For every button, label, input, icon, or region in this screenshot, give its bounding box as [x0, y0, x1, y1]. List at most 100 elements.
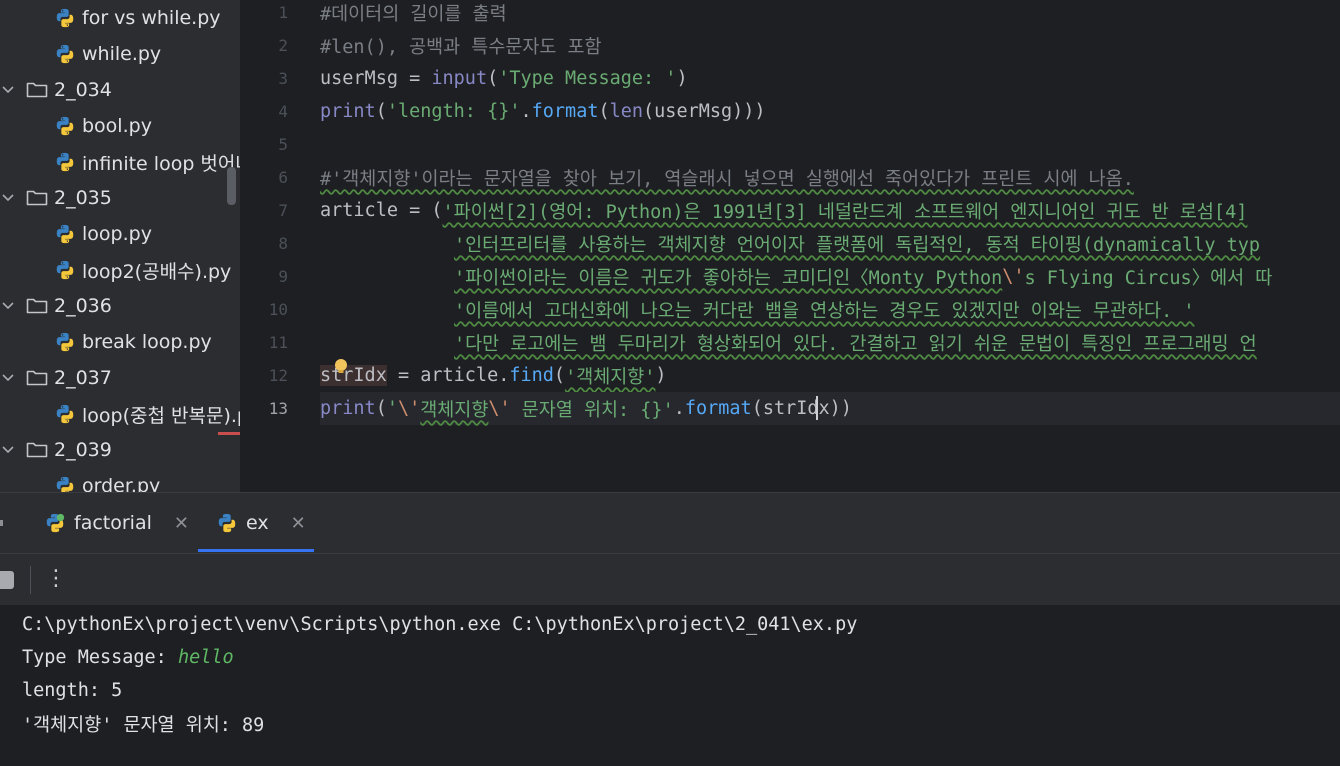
- python-file-icon: [56, 332, 74, 352]
- tree-folder[interactable]: 2_037: [0, 360, 240, 396]
- code-line-12[interactable]: strIdx = article. find('객체지향'): [320, 359, 1340, 392]
- chevron-down-icon[interactable]: [1, 443, 15, 457]
- code-token: = article.: [386, 365, 510, 386]
- code-line-9[interactable]: '파이썬이라는 이름은 귀도가 좋아하는 코미디인〈Monty Python \'…: [320, 260, 1340, 293]
- tab-label: factorial: [74, 512, 152, 534]
- tree-item-label: loop2(공배수).py: [82, 260, 232, 283]
- python-file-icon: [56, 116, 74, 136]
- builtin-token: print: [320, 101, 376, 122]
- code-line-1[interactable]: #데이터의 길이를 출력: [320, 0, 1340, 29]
- code-line-11[interactable]: '다만 로고에는 뱀 두마리가 형상화되어 있다. 간결하고 읽기 쉬운 문법이…: [320, 326, 1340, 359]
- line-number: 3: [278, 69, 288, 88]
- tree-item-label: for vs while.py: [82, 7, 221, 29]
- tree-folder-label: 2_036: [54, 295, 112, 317]
- chevron-down-icon[interactable]: [1, 83, 15, 97]
- line-number: 10: [268, 300, 288, 319]
- lightbulb-icon[interactable]: [333, 358, 349, 376]
- string-token: 'Type Message: ': [498, 68, 677, 89]
- tree-folder[interactable]: 2_035: [0, 180, 240, 216]
- line-number: 8: [278, 234, 288, 253]
- console-line: Type Message: hello: [22, 641, 234, 674]
- toolbar-separator: [30, 566, 31, 594]
- error-stripe: [218, 432, 240, 435]
- code-area[interactable]: #데이터의 길이를 출력 #len(), 공백과 특수문자도 포함 userMs…: [320, 0, 1340, 492]
- code-token: ): [676, 68, 688, 89]
- python-file-icon: [56, 476, 74, 492]
- code-line-6[interactable]: #'객체지향'이라는 문자열을 찾아 보기, 역슬래시 넣으면 실행에선 죽어있…: [320, 161, 1340, 194]
- code-token: .: [520, 101, 532, 122]
- tree-item-file[interactable]: for vs while.py: [0, 0, 240, 36]
- tree-folder[interactable]: 2_036: [0, 288, 240, 324]
- code-token: userMsg =: [320, 68, 432, 89]
- line-number: 11: [268, 333, 288, 352]
- console-output[interactable]: C:\pythonEx\project\venv\Scripts\python.…: [0, 605, 1340, 766]
- stop-icon[interactable]: [0, 571, 14, 589]
- close-icon[interactable]: ✕: [174, 513, 189, 534]
- tree-item-file[interactable]: bool.py: [0, 108, 240, 144]
- code-editor[interactable]: 1 2 3 4 5 6 7 8 9 10 11 12 13 #데이터의 길이를 …: [240, 0, 1340, 492]
- code-line-3[interactable]: userMsg = input('Type Message: '): [320, 62, 1340, 95]
- code-line-13[interactable]: print(' \' 객체지향 \' 문자열 위치: {}'. format (strId…: [320, 392, 1340, 425]
- string-token: ': [386, 398, 398, 419]
- tree-item-file[interactable]: while.py: [0, 36, 240, 72]
- string-token: '파이썬[2](영어: Python)은 1991년[3] 네덜란드계 소프트웨…: [442, 201, 1248, 223]
- code-token: (: [375, 101, 387, 122]
- comment: #len(), 공백과 특수문자도 포함: [320, 36, 602, 58]
- method-token: format: [684, 398, 752, 419]
- builtin-token: input: [431, 68, 488, 89]
- builtin-token: print: [320, 398, 376, 419]
- string-token: '인터프리터를 사용하는 객체지향 언어이자 플랫폼에 독립적인, 동적 타이핑…: [454, 234, 1261, 256]
- project-tree: for vs while.py while.py 2_034 bool.py i…: [0, 0, 240, 492]
- console-user-input: hello: [177, 647, 234, 668]
- tab-ex[interactable]: ex ✕: [216, 493, 306, 553]
- folder-icon: [26, 442, 48, 458]
- tree-item-label: loop(중첩 반복문).py: [82, 404, 240, 427]
- method-token: format: [531, 101, 599, 122]
- string-token: '다만 로고에는 뱀 두마리가 형상화되어 있다. 간결하고 읽기 쉬운 문법이…: [454, 333, 1257, 355]
- python-file-icon: [56, 8, 74, 28]
- tree-folder-label: 2_039: [54, 439, 112, 461]
- comment: #'객체지향'이라는 문자열을 찾아 보기, 역슬래시 넣으면 실행에선 죽어있…: [320, 168, 1134, 190]
- chevron-down-icon[interactable]: [1, 191, 15, 205]
- python-run-icon: [218, 513, 236, 533]
- close-icon[interactable]: ✕: [291, 513, 306, 534]
- tree-item-file[interactable]: loop(중첩 반복문).py: [0, 396, 240, 432]
- code-token: ): [655, 365, 667, 386]
- tree-folder[interactable]: 2_034: [0, 72, 240, 108]
- code-line-10[interactable]: '이름에서 고대신화에 나오는 커다란 뱀을 연상하는 경우도 있겠지만 이와는…: [320, 293, 1340, 326]
- tab-factorial[interactable]: factorial ✕: [44, 493, 189, 553]
- tree-folder[interactable]: 2_039: [0, 432, 240, 468]
- tree-item-label: infinite loop 벗어나: [82, 152, 240, 175]
- comment: #데이터의 길이를 출력: [320, 3, 507, 25]
- chevron-down-icon[interactable]: [1, 371, 15, 385]
- variable-token: strIdx: [320, 365, 387, 386]
- tree-scrollbar-thumb[interactable]: [227, 167, 236, 205]
- code-line-4[interactable]: print('length: {}'. format(len (userMsg))): [320, 95, 1340, 128]
- string-token: s Flying Circus〉에서 따: [1024, 267, 1273, 289]
- code-line-2[interactable]: #len(), 공백과 특수문자도 포함: [320, 29, 1340, 62]
- line-number: 6: [278, 168, 288, 187]
- line-number: 12: [268, 366, 288, 385]
- string-token: '이름에서 고대신화에 나오는 커다란 뱀을 연상하는 경우도 있겠지만 이와는…: [454, 300, 1195, 322]
- builtin-token: len: [609, 101, 644, 122]
- code-token: (: [598, 101, 610, 122]
- tree-item-file[interactable]: break loop.py: [0, 324, 240, 360]
- more-options-icon[interactable]: ⋮: [44, 564, 68, 596]
- code-token: (userMsg))): [643, 101, 766, 122]
- folder-icon: [26, 82, 48, 98]
- console-prompt: Type Message:: [22, 647, 178, 668]
- code-line-7[interactable]: article = ('파이썬[2](영어: Python)은 1991년[3]…: [320, 194, 1340, 227]
- tree-item-file[interactable]: infinite loop 벗어나: [0, 144, 240, 180]
- python-file-icon: [56, 224, 74, 244]
- tree-item-label: bool.py: [82, 115, 152, 137]
- code-token: (: [553, 365, 566, 386]
- tree-item-file[interactable]: order.py: [0, 468, 240, 492]
- tree-item-file[interactable]: loop2(공배수).py: [0, 252, 240, 288]
- chevron-down-icon[interactable]: [1, 299, 15, 313]
- line-number: 1: [278, 3, 288, 22]
- python-file-icon: [56, 404, 74, 424]
- tree-item-file[interactable]: loop.py: [0, 216, 240, 252]
- folder-icon: [26, 298, 48, 314]
- code-line-8[interactable]: '인터프리터를 사용하는 객체지향 언어이자 플랫폼에 독립적인, 동적 타이핑…: [320, 227, 1340, 260]
- code-token: (: [375, 398, 387, 419]
